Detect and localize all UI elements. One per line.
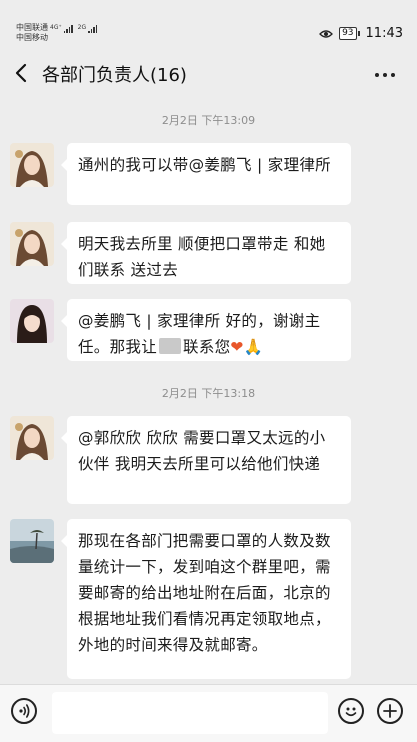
more-options-icon[interactable] <box>375 73 395 77</box>
signal-icon <box>63 25 73 33</box>
signal-icon <box>88 25 98 33</box>
message-text: 联系您 <box>183 338 231 356</box>
battery-level: 93 <box>339 27 357 40</box>
clock: 11:43 <box>365 26 403 41</box>
carrier2-network: 2G <box>77 24 87 31</box>
avatar[interactable] <box>10 143 54 187</box>
chat-title: 各部门负责人(16) <box>42 65 187 86</box>
message-bubble[interactable]: 明天我去所里 顺便把口罩带走 和她们联系 送过去 <box>61 222 351 284</box>
message-bubble[interactable]: 通州的我可以带@姜鹏飞 | 家理律所 <box>61 143 351 205</box>
message-input[interactable] <box>52 692 328 734</box>
chat-header: 各部门负责人(16) <box>0 44 417 104</box>
battery-icon: 93 <box>339 27 360 40</box>
message-bubble[interactable]: @郭欣欣 欣欣 需要口罩又太远的小伙伴 我明天去所里可以给他们快递 <box>61 416 351 504</box>
carrier2-label: 中国移动 <box>16 33 48 42</box>
avatar[interactable] <box>10 416 54 460</box>
more-functions-button[interactable] <box>377 698 403 724</box>
smiley-icon <box>345 707 357 717</box>
message-bubble[interactable]: 那现在各部门把需要口罩的人数及数量统计一下，发到咱这个群里吧，需要邮寄的给出地址… <box>61 519 351 679</box>
voice-icon <box>19 704 30 718</box>
carrier-info: 中国联通 4G⁺ 2G 中国移动 <box>16 23 98 43</box>
emoji-button[interactable] <box>338 698 364 724</box>
redacted-name <box>159 338 182 354</box>
emoji-heart-pray: ❤🙏 <box>230 338 264 356</box>
carrier1-label: 中国联通 <box>16 23 48 32</box>
avatar[interactable] <box>10 222 54 266</box>
input-bar <box>0 684 417 742</box>
voice-input-button[interactable] <box>11 698 37 724</box>
plus-icon <box>383 704 397 718</box>
carrier1-network: 4G⁺ <box>50 24 62 31</box>
back-arrow-icon[interactable] <box>14 63 28 83</box>
timestamp: 2月2日 下午13:09 <box>161 114 256 127</box>
status-bar: 中国联通 4G⁺ 2G 中国移动 93 11:43 <box>0 0 417 44</box>
eye-icon <box>319 29 333 38</box>
avatar[interactable] <box>10 519 54 563</box>
message-bubble[interactable]: @姜鹏飞 | 家理律所 好的，谢谢主任。那我让 联系您❤🙏 <box>61 299 351 361</box>
avatar[interactable] <box>10 299 54 343</box>
timestamp: 2月2日 下午13:18 <box>161 387 256 400</box>
